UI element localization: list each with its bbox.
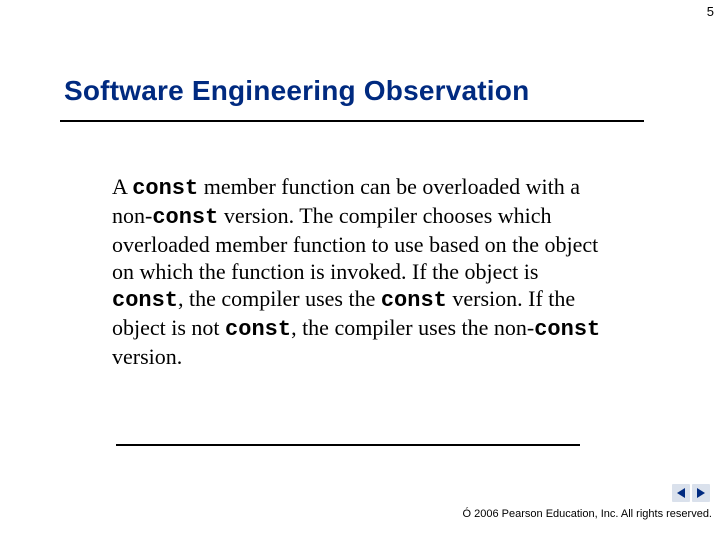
body-text: version.	[112, 344, 182, 369]
prev-button[interactable]	[672, 484, 690, 502]
keyword-const: const	[381, 288, 447, 313]
next-button[interactable]	[692, 484, 710, 502]
keyword-const: const	[225, 317, 291, 342]
nav-controls	[672, 484, 710, 502]
keyword-const: const	[534, 317, 600, 342]
keyword-const: const	[112, 288, 178, 313]
footer-text: 2006 Pearson Education, Inc. All rights …	[471, 508, 712, 520]
copyright-symbol: Ó	[463, 508, 472, 520]
arrow-left-icon	[677, 488, 685, 498]
body-paragraph: A const member function can be overloade…	[112, 173, 612, 370]
keyword-const: const	[152, 205, 218, 230]
arrow-right-icon	[697, 488, 705, 498]
divider-top	[60, 120, 644, 122]
body-text: A	[112, 174, 132, 199]
body-text: , the compiler uses the	[178, 286, 381, 311]
page-number: 5	[707, 4, 714, 19]
slide-title: Software Engineering Observation	[64, 75, 529, 107]
slide: 5 Software Engineering Observation A con…	[0, 0, 720, 540]
footer: Ó 2006 Pearson Education, Inc. All right…	[463, 508, 712, 520]
divider-bottom	[116, 444, 580, 446]
keyword-const: const	[132, 176, 198, 201]
body-text: , the compiler uses the non-	[291, 315, 534, 340]
